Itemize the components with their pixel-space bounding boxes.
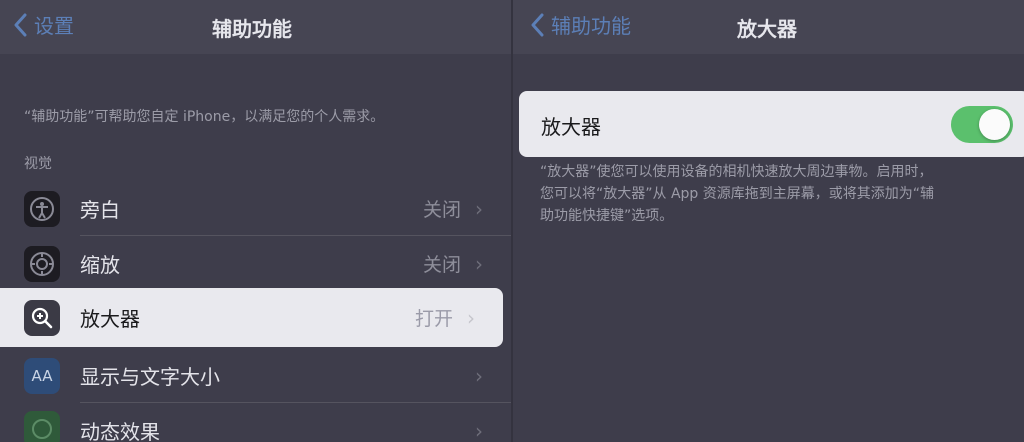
magnifier-toggle-row: 放大器	[519, 91, 1024, 157]
toggle-knob	[979, 109, 1010, 140]
back-label: 设置	[34, 14, 74, 38]
back-button[interactable]: 辅助功能	[531, 10, 631, 39]
row-value: 关闭	[422, 254, 461, 276]
description-line: 助功能快捷键”选项。	[540, 208, 674, 224]
chevron-right-icon: ›	[475, 196, 483, 221]
row-motion[interactable]: 动态效果 ›	[0, 403, 511, 442]
motion-icon	[24, 411, 60, 442]
row-magnifier[interactable]: 放大器 打开 ›	[0, 288, 503, 347]
text-size-icon: AA	[24, 357, 60, 394]
chevron-right-icon: ›	[475, 418, 483, 442]
page-title: 放大器	[737, 17, 797, 41]
chevron-left-icon	[531, 13, 544, 36]
accessibility-panel: 设置 辅助功能 “辅助功能”可帮助您自定 iPhone，以满足您的个人需求。 视…	[0, 0, 511, 442]
row-label: 缩放	[80, 253, 120, 277]
row-label: 旁白	[80, 198, 120, 222]
row-zoom[interactable]: 缩放 关闭 ›	[0, 236, 511, 291]
magnifier-icon	[24, 299, 60, 336]
magnifier-description: “放大器”使您可以使用设备的相机快速放大周边事物。启用时， 您可以将“放大器”从…	[540, 161, 1010, 227]
description-line: 您可以将“放大器”从 App 资源库拖到主屏幕，或将其添加为“辅	[540, 186, 935, 202]
chevron-left-icon	[14, 13, 27, 36]
nav-bar: 设置 辅助功能	[0, 0, 511, 54]
description-line: “放大器”使您可以使用设备的相机快速放大周边事物。启用时，	[540, 164, 933, 180]
magnifier-panel: 辅助功能 放大器 放大器 “放大器”使您可以使用设备的相机快速放大周边事物。启用…	[513, 0, 1024, 442]
chevron-right-icon: ›	[475, 251, 483, 276]
nav-bar: 辅助功能 放大器	[513, 0, 1024, 54]
row-voiceover[interactable]: 旁白 关闭 ›	[0, 181, 511, 236]
row-value: 关闭	[422, 199, 461, 221]
row-label: 显示与文字大小	[80, 365, 220, 389]
chevron-right-icon: ›	[467, 305, 475, 330]
toggle-label: 放大器	[541, 115, 601, 139]
voiceover-icon	[24, 190, 60, 227]
zoom-icon	[24, 245, 60, 282]
row-value: 打开	[414, 308, 453, 330]
page-description: “辅助功能”可帮助您自定 iPhone，以满足您的个人需求。	[24, 109, 385, 125]
back-label: 辅助功能	[551, 14, 631, 38]
back-button[interactable]: 设置	[14, 10, 74, 39]
page-title: 辅助功能	[212, 17, 292, 41]
row-label: 放大器	[80, 307, 140, 331]
row-display-text-size[interactable]: AA 显示与文字大小 ›	[0, 348, 511, 403]
row-label: 动态效果	[80, 420, 160, 442]
section-header-vision: 视觉	[24, 156, 52, 172]
chevron-right-icon: ›	[475, 363, 483, 388]
text-size-icon-glyph: AA	[31, 366, 53, 385]
magnifier-toggle[interactable]	[951, 106, 1013, 143]
